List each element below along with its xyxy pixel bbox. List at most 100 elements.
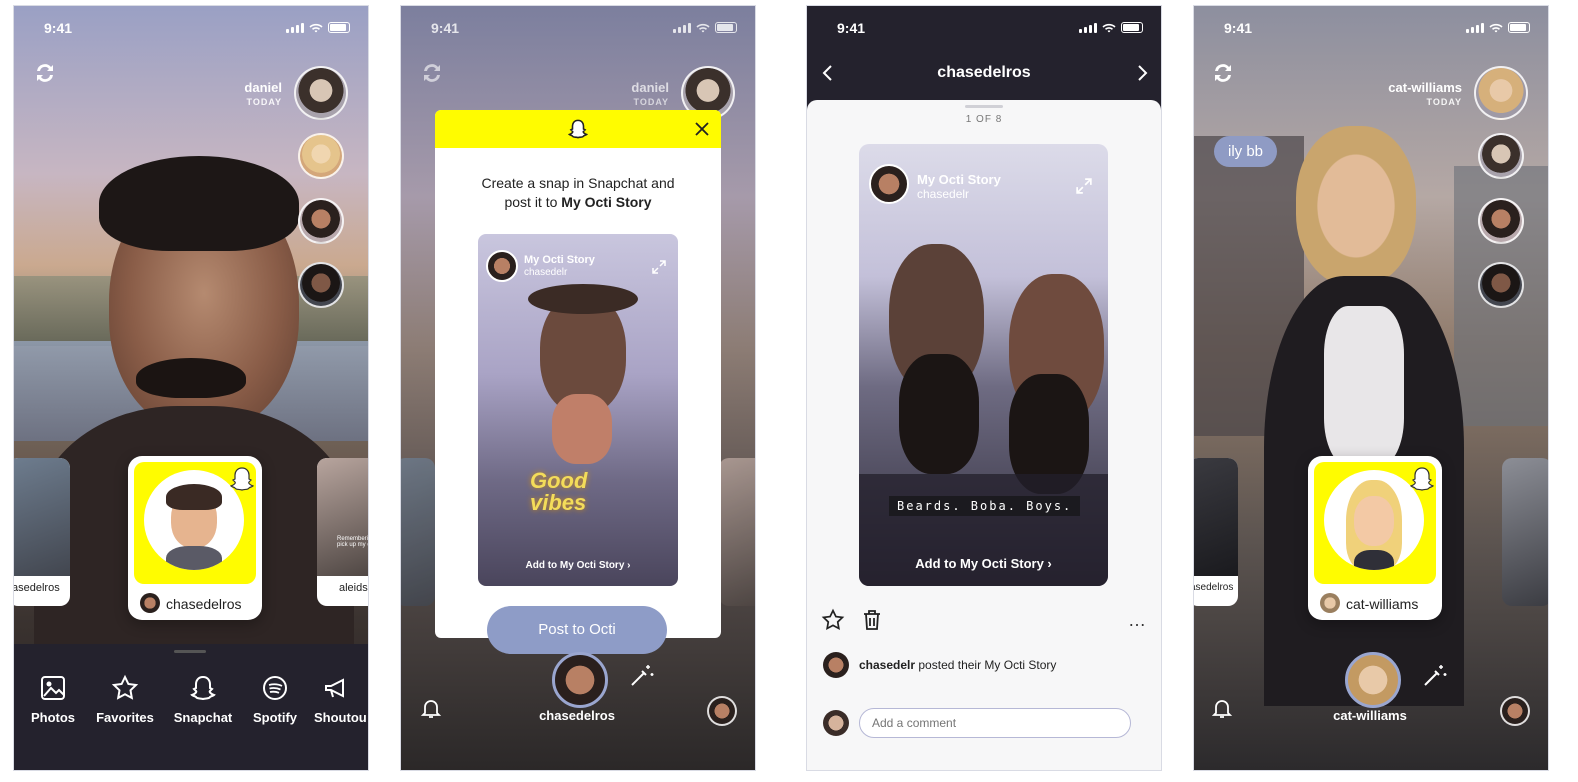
story-title: My Octi Story <box>917 172 1001 187</box>
profile-avatar[interactable] <box>707 696 737 726</box>
drag-handle[interactable] <box>174 650 206 653</box>
signal-icon <box>673 22 691 33</box>
magic-wand-icon[interactable] <box>1420 662 1448 690</box>
app-card-snapchat[interactable]: chasedelros <box>128 456 262 620</box>
tab-spotify[interactable]: Spotify <box>240 674 310 725</box>
snapchat-ghost-icon <box>1410 467 1434 491</box>
bell-icon[interactable] <box>1210 696 1234 720</box>
status-time: 9:41 <box>431 20 460 36</box>
comment-input[interactable] <box>859 708 1131 738</box>
close-icon[interactable] <box>695 122 709 136</box>
expand-icon[interactable] <box>1076 178 1092 194</box>
story-preview[interactable]: My Octi Story chasedelr Good vibes Add t… <box>478 234 678 586</box>
tab-favorites[interactable]: Favorites <box>90 674 160 725</box>
card-avatar <box>1320 593 1340 613</box>
status-bar: 9:41 <box>807 18 1161 38</box>
tab-shoutout[interactable]: Shoutou <box>314 674 368 725</box>
megaphone-icon <box>325 678 344 698</box>
battery-icon <box>328 22 350 33</box>
signal-icon <box>1466 22 1484 33</box>
story-counter: 1 OF 8 <box>965 114 1003 125</box>
tab-snapchat[interactable]: Snapchat <box>168 674 238 725</box>
app-card-right[interactable] <box>1502 458 1548 606</box>
refresh-icon[interactable] <box>30 58 60 88</box>
modal-header <box>435 110 721 148</box>
screen-story-detail: 9:41 chasedelros 1 OF 8 My Octi Story ch… <box>807 6 1161 770</box>
screen-camera-daniel: 9:41 daniel TODAY asedelros Remembering … <box>14 6 368 770</box>
wifi-icon <box>696 23 710 32</box>
magic-wand-icon[interactable] <box>627 662 655 690</box>
friend-label: cat-williams TODAY <box>1388 80 1462 107</box>
snapchat-ghost-icon <box>230 467 254 491</box>
story-sheet: 1 OF 8 My Octi Story chasedelr Beards. B… <box>807 100 1161 770</box>
photos-icon <box>41 676 65 700</box>
friend-label: daniel TODAY <box>244 80 282 107</box>
friend-avatar-3[interactable] <box>298 198 344 244</box>
capture-avatar[interactable] <box>552 652 608 708</box>
ghost-icon <box>190 675 216 701</box>
header-title: chasedelros <box>937 64 1031 81</box>
post-activity: chasedelr posted their My Octi Story <box>859 658 1057 672</box>
friend-timestamp: TODAY <box>1426 97 1462 107</box>
screen-post-to-octi: 9:41 daniel TODAY Create a snap in Snapc… <box>401 6 755 770</box>
app-card-aleids[interactable]: Remembering pick up my dog aleids <box>317 458 368 606</box>
card-username: cat-williams <box>1346 596 1419 612</box>
friend-name: daniel <box>244 80 282 95</box>
profile-avatar[interactable] <box>1500 696 1530 726</box>
bitmoji-avatar <box>144 470 244 570</box>
battery-icon <box>1508 22 1530 33</box>
app-card-photos[interactable]: asedelros <box>14 458 70 606</box>
friend-avatar-4[interactable] <box>298 262 344 308</box>
friend-avatar-2[interactable] <box>1478 133 1524 179</box>
sheet-handle[interactable] <box>965 105 1003 108</box>
refresh-icon[interactable] <box>1208 58 1238 88</box>
snapchat-share-modal: Create a snap in Snapchat and post it to… <box>435 110 721 638</box>
app-card-left[interactable]: asedelros <box>1194 458 1238 606</box>
friend-label: daniel TODAY <box>631 80 669 107</box>
status-bar: 9:41 <box>401 18 755 38</box>
preview-avatar <box>486 250 518 282</box>
friend-avatar-cat-williams[interactable] <box>1474 66 1528 120</box>
story-caption: Beards. Boba. Boys. <box>889 496 1081 516</box>
modal-text: Create a snap in Snapchat and post it to… <box>481 175 675 210</box>
friend-avatar-2[interactable] <box>298 133 344 179</box>
bell-icon[interactable] <box>419 696 443 720</box>
preview-title: My Octi Story <box>524 254 595 266</box>
snapchat-ghost-icon <box>567 119 589 139</box>
star-icon <box>111 674 139 700</box>
chevron-right-icon[interactable] <box>1135 64 1149 82</box>
screen-camera-cat-williams: 9:41 cat-williams TODAY ily bb asedelros… <box>1194 6 1548 770</box>
status-time: 9:41 <box>44 20 73 36</box>
app-card-left[interactable] <box>401 458 435 606</box>
capture-username: cat-williams <box>1333 708 1407 723</box>
post-to-octi-button[interactable]: Post to Octi <box>487 606 667 654</box>
capture-username: chasedelros <box>539 708 615 723</box>
capture-avatar[interactable] <box>1345 652 1401 708</box>
add-to-story-cta[interactable]: Add to My Octi Story › <box>859 556 1108 571</box>
expand-icon[interactable] <box>652 260 666 274</box>
status-time: 9:41 <box>837 20 866 36</box>
star-icon[interactable] <box>821 608 845 632</box>
friend-timestamp: TODAY <box>246 97 282 107</box>
trash-icon[interactable] <box>861 608 883 632</box>
app-card-right[interactable] <box>719 458 755 606</box>
friend-avatar-daniel[interactable] <box>294 66 348 120</box>
card-username: aleids <box>339 582 368 594</box>
spotify-icon <box>263 676 287 700</box>
more-options-icon[interactable]: … <box>1128 610 1147 631</box>
app-card-snapchat[interactable]: cat-williams <box>1308 456 1442 620</box>
signal-icon <box>286 22 304 33</box>
refresh-icon[interactable] <box>417 58 447 88</box>
story-card[interactable]: My Octi Story chasedelr Beards. Boba. Bo… <box>859 144 1108 586</box>
story-user: chasedelr <box>917 187 970 201</box>
add-to-story-cta[interactable]: Add to My Octi Story › <box>478 560 678 571</box>
story-avatar <box>869 164 909 204</box>
card-avatar <box>140 593 160 613</box>
battery-icon <box>1121 22 1143 33</box>
poster-avatar <box>823 652 849 678</box>
friend-avatar-4[interactable] <box>1478 262 1524 308</box>
bitmoji-avatar <box>1324 470 1424 570</box>
friend-avatar-3[interactable] <box>1478 198 1524 244</box>
commenter-avatar <box>823 710 849 736</box>
tab-photos[interactable]: Photos <box>18 674 88 725</box>
